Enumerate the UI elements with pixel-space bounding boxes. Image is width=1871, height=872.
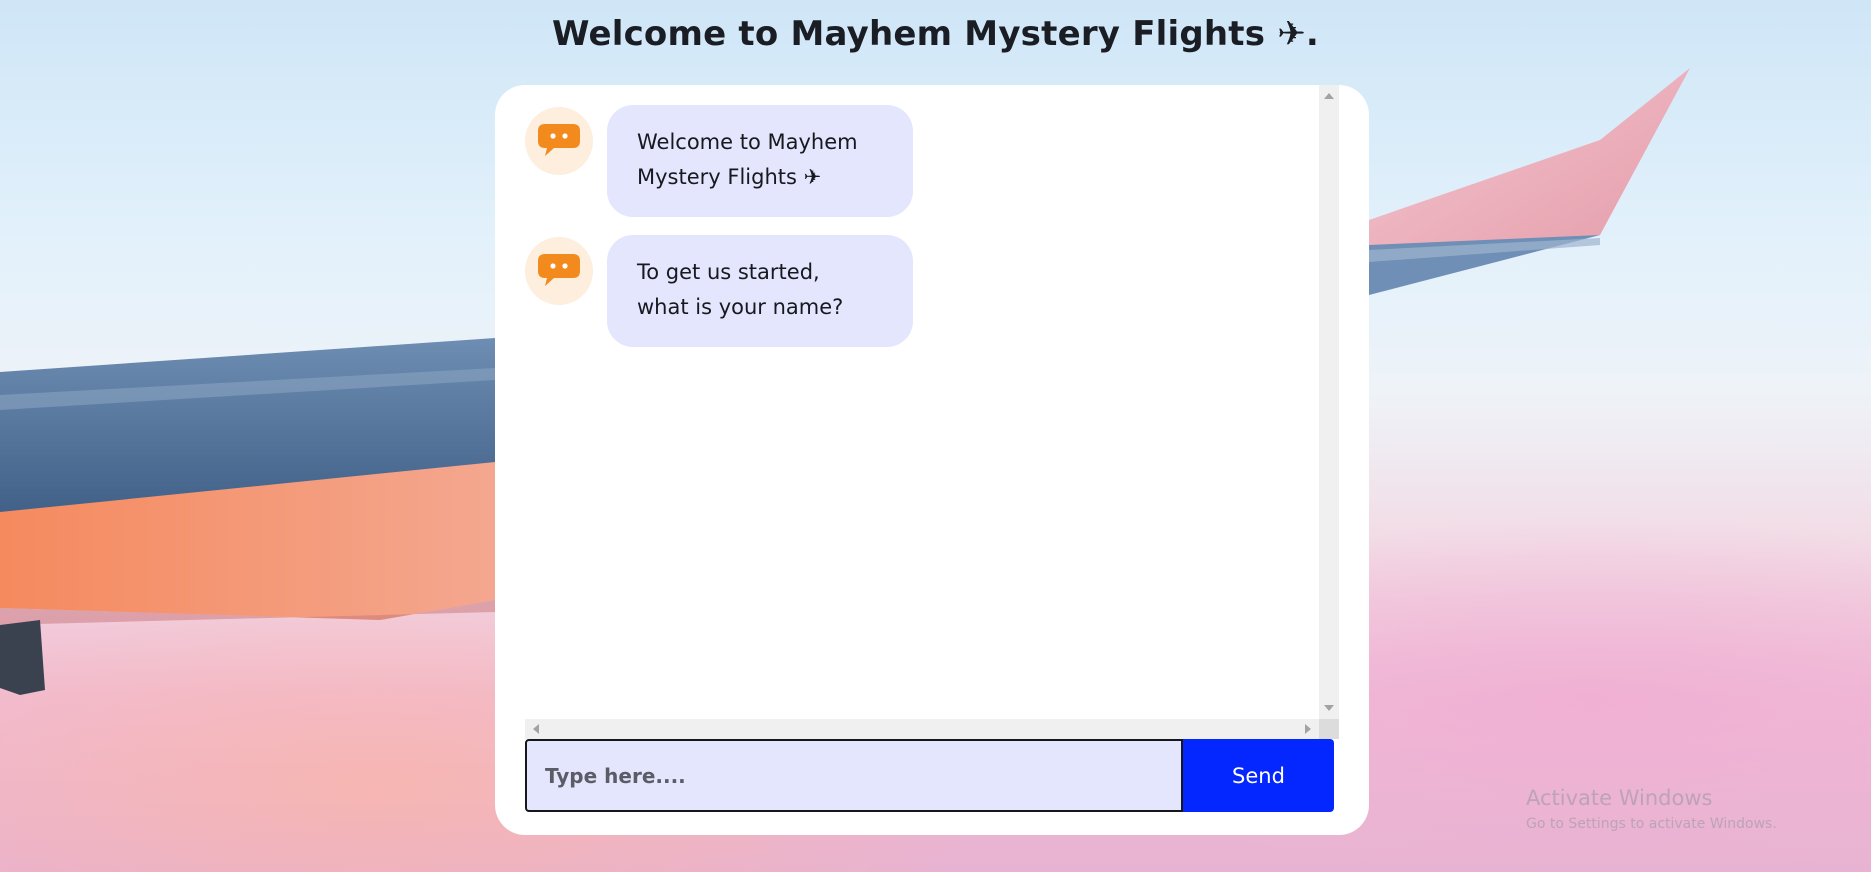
page-title: Welcome to Mayhem Mystery Flights ✈. <box>551 14 1320 54</box>
chat-window: Welcome to Mayhem Mystery Flights ✈ To g… <box>495 85 1369 835</box>
bot-avatar <box>525 107 593 175</box>
message-list[interactable]: Welcome to Mayhem Mystery Flights ✈ To g… <box>525 85 1340 715</box>
scroll-right-arrow-icon[interactable] <box>1305 724 1311 734</box>
watermark-subtitle: Go to Settings to activate Windows. <box>1526 816 1777 832</box>
left-wing <box>0 338 495 695</box>
message-input[interactable] <box>525 739 1183 812</box>
message-composer: Send <box>525 739 1340 812</box>
activate-windows-watermark: Activate Windows Go to Settings to activ… <box>1526 786 1777 832</box>
chat-message: Welcome to Mayhem Mystery Flights ✈ <box>525 105 913 217</box>
send-button[interactable]: Send <box>1183 739 1334 812</box>
scroll-down-arrow-icon[interactable] <box>1324 705 1334 711</box>
right-wing <box>1369 68 1690 295</box>
chat-message: To get us started, what is your name? <box>525 235 913 347</box>
bot-message-bubble: To get us started, what is your name? <box>607 235 913 347</box>
vertical-scrollbar[interactable] <box>1319 85 1339 719</box>
scroll-up-arrow-icon[interactable] <box>1324 93 1334 99</box>
chat-bubble-icon <box>538 254 580 286</box>
chat-bubble-icon <box>538 124 580 156</box>
scrollbar-corner <box>1319 719 1339 739</box>
scroll-left-arrow-icon[interactable] <box>533 724 539 734</box>
bot-message-bubble: Welcome to Mayhem Mystery Flights ✈ <box>607 105 913 217</box>
bot-avatar <box>525 237 593 305</box>
horizontal-scrollbar[interactable] <box>525 719 1319 739</box>
watermark-title: Activate Windows <box>1526 786 1713 810</box>
